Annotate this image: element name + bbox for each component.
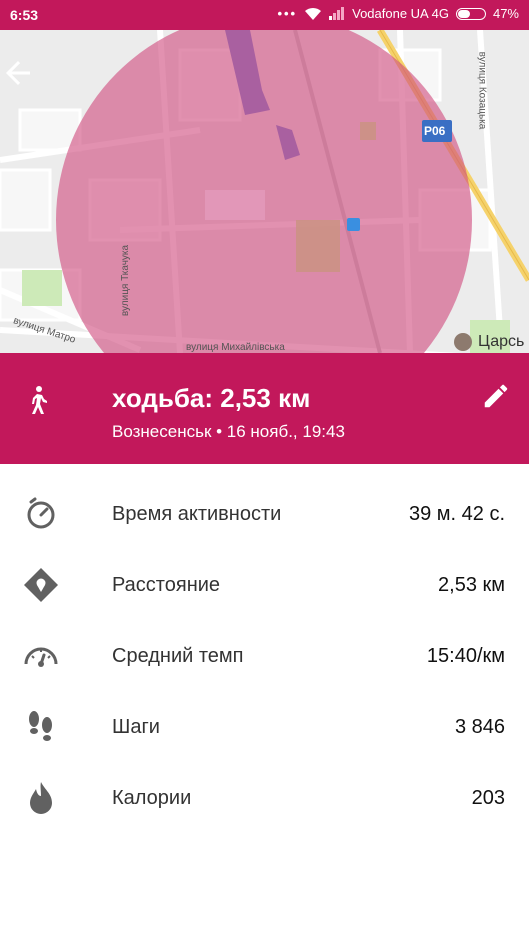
stats-list: Время активности 39 м. 42 с. Расстояние … bbox=[0, 478, 529, 833]
stat-value: 39 м. 42 с. bbox=[408, 503, 505, 525]
street-label-mykhailivska: вулиця Михайлівська bbox=[186, 342, 285, 353]
timer-icon bbox=[27, 497, 55, 529]
stat-row-active-time: Время активности 39 м. 42 с. bbox=[0, 478, 529, 549]
carrier-label: Vodafone UA 4G bbox=[352, 6, 449, 21]
status-time: 6:53 bbox=[10, 7, 39, 23]
status-bar: 6:53 ••• Vodafone UA 4G 47% bbox=[0, 0, 529, 30]
route-map[interactable]: P06 вулиця Козацька вулиця Ткачука вулиц… bbox=[0, 30, 529, 353]
stat-label: Калории bbox=[112, 787, 192, 809]
stat-label: Время активности bbox=[112, 503, 282, 525]
activity-header: ходьба: 2,53 км Вознесенськ • 16 нояб., … bbox=[0, 353, 529, 464]
wifi-icon bbox=[305, 7, 322, 20]
stat-label: Шаги bbox=[112, 716, 160, 738]
street-label-tkachuka: вулиця Ткачука bbox=[120, 244, 132, 317]
stat-row-steps: Шаги 3 846 bbox=[0, 691, 529, 762]
speedometer-icon bbox=[24, 647, 58, 667]
stat-value: 203 bbox=[471, 787, 505, 809]
notification-dots-icon: ••• bbox=[277, 6, 298, 21]
edit-icon[interactable] bbox=[481, 381, 511, 411]
battery-icon bbox=[455, 7, 486, 20]
road-sign-label: P06 bbox=[424, 124, 446, 138]
map-background bbox=[0, 30, 529, 353]
stat-row-distance: Расстояние 2,53 км bbox=[0, 549, 529, 620]
street-label-kozatska: вулиця Козацька bbox=[476, 51, 488, 130]
flame-icon bbox=[30, 782, 52, 814]
stat-row-calories: Калории 203 bbox=[0, 762, 529, 833]
battery-fill bbox=[457, 9, 470, 18]
stat-label: Расстояние bbox=[112, 574, 221, 596]
back-arrow-icon[interactable] bbox=[0, 55, 36, 91]
battery-percent: 47% bbox=[492, 6, 519, 21]
activity-title: ходьба: 2,53 км bbox=[112, 383, 311, 413]
place-label-tsarska: Царсь bbox=[478, 333, 525, 350]
walking-icon bbox=[32, 386, 47, 414]
stat-label: Средний темп bbox=[112, 645, 244, 667]
activity-subtitle: Вознесенськ • 16 нояб., 19:43 bbox=[112, 422, 345, 441]
stat-value: 2,53 км bbox=[438, 574, 505, 596]
location-diamond-icon bbox=[24, 568, 58, 602]
stat-value: 3 846 bbox=[454, 716, 505, 738]
signal-icon bbox=[329, 7, 345, 20]
stat-value: 15:40/км bbox=[426, 645, 505, 667]
status-right: ••• Vodafone UA 4G 47% bbox=[277, 6, 519, 21]
footsteps-icon bbox=[29, 711, 52, 741]
stat-row-pace: Средний темп 15:40/км bbox=[0, 620, 529, 691]
